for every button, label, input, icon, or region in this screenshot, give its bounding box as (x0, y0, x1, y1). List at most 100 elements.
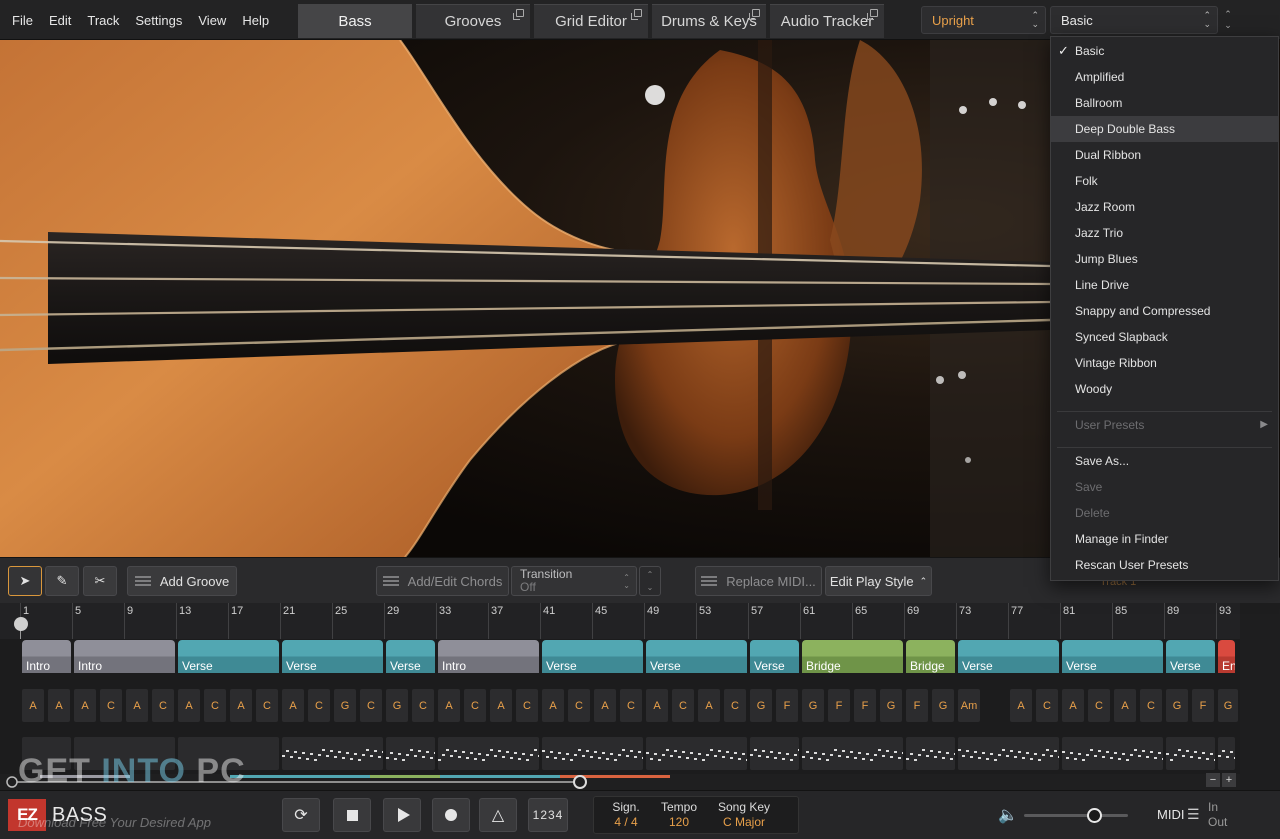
preset-item-basic[interactable]: ✓ Basic (1051, 38, 1278, 64)
chord-block[interactable]: F (828, 689, 850, 722)
preset-item-jazz-trio[interactable]: Jazz Trio (1051, 220, 1278, 246)
midi-lane-segment[interactable] (646, 737, 747, 770)
song-part-verse[interactable]: Verse (646, 640, 747, 673)
preset-item-folk[interactable]: Folk (1051, 168, 1278, 194)
zoom-out-button[interactable]: − (1206, 773, 1220, 787)
preset-item-vintage-ribbon[interactable]: Vintage Ribbon (1051, 350, 1278, 376)
midi-lane-segment[interactable] (1062, 737, 1163, 770)
record-button[interactable] (432, 798, 470, 832)
chord-block[interactable]: F (906, 689, 928, 722)
play-button[interactable] (383, 798, 421, 832)
song-part-verse[interactable]: Verse (542, 640, 643, 673)
song-part-verse[interactable]: Verse (178, 640, 279, 673)
preset-item-snappy-compressed[interactable]: Snappy and Compressed (1051, 298, 1278, 324)
tempo-display[interactable]: Tempo 120 (654, 800, 704, 830)
transition-select[interactable]: Transition Off ⌃ ⌄ (511, 566, 637, 596)
midi-lane-segment[interactable] (386, 737, 435, 770)
song-part-verse[interactable]: Verse (958, 640, 1059, 673)
chord-block[interactable]: A (594, 689, 616, 722)
chord-block[interactable]: C (1088, 689, 1110, 722)
chord-block[interactable]: G (802, 689, 824, 722)
song-part-verse[interactable]: Verse (386, 640, 435, 673)
preset-item-user-presets[interactable]: User Presets ▶ (1051, 412, 1278, 438)
midi-lane-segment[interactable] (802, 737, 903, 770)
chord-block[interactable]: A (646, 689, 668, 722)
preset-item-ballroom[interactable]: Ballroom (1051, 90, 1278, 116)
chevron-down-icon[interactable]: ⌄ (1224, 20, 1232, 31)
chord-block[interactable] (984, 689, 1006, 722)
tab-grid-editor[interactable]: Grid Editor (534, 4, 648, 38)
chord-block[interactable]: G (880, 689, 902, 722)
popout-icon[interactable] (631, 9, 642, 20)
menu-file[interactable]: File (4, 13, 41, 28)
chevron-up-icon[interactable]: ⌃ (1224, 9, 1232, 20)
popout-icon[interactable] (749, 9, 760, 20)
chord-block[interactable]: G (750, 689, 772, 722)
song-part-verse[interactable]: Verse (282, 640, 383, 673)
chord-block[interactable]: C (152, 689, 174, 722)
midi-lane-segment[interactable] (750, 737, 799, 770)
menu-help[interactable]: Help (234, 13, 277, 28)
preset-item-synced-slapback[interactable]: Synced Slapback (1051, 324, 1278, 350)
menu-edit[interactable]: Edit (41, 13, 79, 28)
chord-block[interactable]: A (48, 689, 70, 722)
split-tool-button[interactable]: ✂ (83, 566, 117, 596)
chord-block[interactable]: A (1010, 689, 1032, 722)
preset-stepper[interactable]: ⌃ ⌄ (1219, 6, 1237, 34)
menu-view[interactable]: View (190, 13, 234, 28)
popout-icon[interactable] (513, 9, 524, 20)
chord-block[interactable]: G (1218, 689, 1238, 722)
chord-block[interactable]: F (776, 689, 798, 722)
song-part-verse[interactable]: Verse (750, 640, 799, 673)
menu-settings[interactable]: Settings (127, 13, 190, 28)
song-part-ending[interactable]: En (1218, 640, 1235, 673)
midi-lane-segment[interactable] (282, 737, 383, 770)
tab-grooves[interactable]: Grooves (416, 4, 530, 38)
chord-block[interactable]: C (412, 689, 434, 722)
chord-block[interactable]: C (360, 689, 382, 722)
chord-block[interactable]: C (1140, 689, 1162, 722)
chord-block[interactable]: A (282, 689, 304, 722)
preset-item-jump-blues[interactable]: Jump Blues (1051, 246, 1278, 272)
song-part-verse[interactable]: Verse (1166, 640, 1215, 673)
draw-tool-button[interactable]: ✎ (45, 566, 79, 596)
chord-block[interactable]: C (724, 689, 746, 722)
preset-item-dual-ribbon[interactable]: Dual Ribbon (1051, 142, 1278, 168)
tab-bass[interactable]: Bass (298, 4, 412, 38)
chord-block[interactable]: F (1192, 689, 1214, 722)
chord-block[interactable]: C (308, 689, 330, 722)
chord-block[interactable]: A (542, 689, 564, 722)
song-part-intro[interactable]: Intro (22, 640, 71, 673)
song-part-verse[interactable]: Verse (1062, 640, 1163, 673)
loop-button[interactable]: ⟳ (282, 798, 320, 832)
metronome-button[interactable]: △ (479, 798, 517, 832)
chord-block[interactable]: A (74, 689, 96, 722)
add-groove-button[interactable]: Add Groove (127, 566, 237, 596)
chord-block[interactable]: C (568, 689, 590, 722)
chord-block[interactable]: A (22, 689, 44, 722)
song-part-bridge[interactable]: Bridge (802, 640, 903, 673)
chord-block[interactable]: C (1036, 689, 1058, 722)
menu-rescan-user-presets[interactable]: Rescan User Presets (1051, 552, 1278, 578)
chord-block[interactable]: G (386, 689, 408, 722)
preset-item-jazz-room[interactable]: Jazz Room (1051, 194, 1278, 220)
preset-item-deep-double-bass[interactable]: Deep Double Bass (1051, 116, 1278, 142)
chord-block[interactable]: A (698, 689, 720, 722)
menu-save-as[interactable]: Save As... (1051, 448, 1278, 474)
midi-lane-segment[interactable] (438, 737, 539, 770)
master-volume-slider[interactable] (1024, 814, 1128, 817)
midi-lane-segment[interactable] (1218, 737, 1235, 770)
midi-lane-segment[interactable] (542, 737, 643, 770)
chord-block[interactable]: G (1166, 689, 1188, 722)
preset-select[interactable]: Basic ⌃ ⌄ (1050, 6, 1218, 34)
midi-lane-segment[interactable] (958, 737, 1059, 770)
chord-block[interactable]: C (256, 689, 278, 722)
add-edit-chords-button[interactable]: Add/Edit Chords (376, 566, 509, 596)
chord-block[interactable]: C (620, 689, 642, 722)
preset-item-line-drive[interactable]: Line Drive (1051, 272, 1278, 298)
chevron-up-icon[interactable]: ⌃ (647, 568, 654, 581)
chord-block[interactable]: C (464, 689, 486, 722)
transition-stepper[interactable]: ⌃ ⌄ (639, 566, 661, 596)
chord-block[interactable]: C (204, 689, 226, 722)
chord-block[interactable]: A (1114, 689, 1136, 722)
